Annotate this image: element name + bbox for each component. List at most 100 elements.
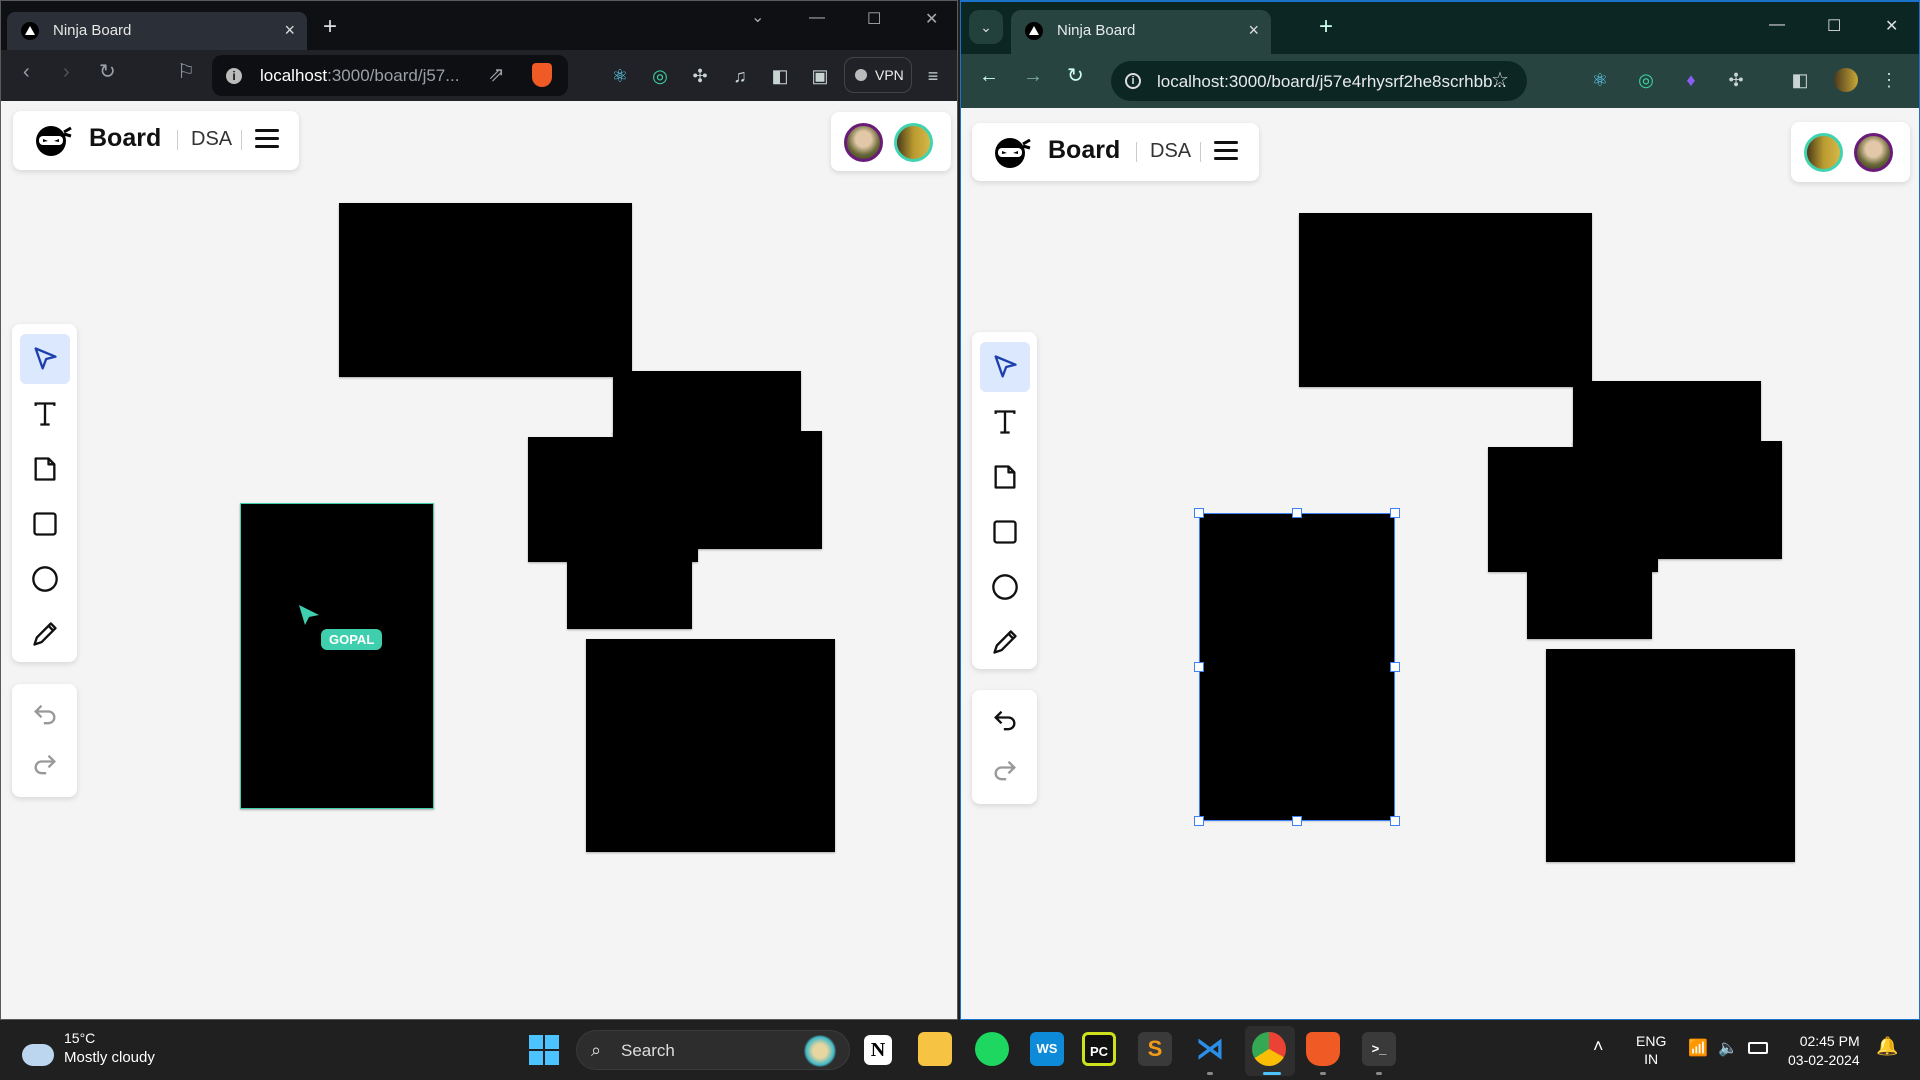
- hamburger-menu-icon[interactable]: [1214, 141, 1238, 161]
- rectangle-tool-button[interactable]: [20, 499, 70, 549]
- new-tab-button[interactable]: +: [323, 15, 337, 39]
- rectangle-shape[interactable]: [586, 639, 835, 852]
- wallet-icon[interactable]: ▣: [808, 64, 832, 88]
- show-hidden-icons-chevron[interactable]: ˄: [1593, 1036, 1604, 1057]
- board-canvas[interactable]: GOPAL Board DSA: [1, 101, 957, 1019]
- back-icon[interactable]: ‹: [23, 62, 30, 82]
- board-name[interactable]: DSA: [191, 128, 232, 151]
- close-window-button[interactable]: ✕: [1885, 16, 1898, 36]
- sticky-note-tool-button[interactable]: [20, 444, 70, 494]
- sidebar-icon[interactable]: ◧: [768, 64, 792, 88]
- side-panel-icon[interactable]: ◧: [1788, 68, 1812, 92]
- maximize-button[interactable]: ☐: [867, 9, 881, 29]
- vpn-button[interactable]: VPN: [844, 57, 912, 93]
- selected-rectangle-shape[interactable]: [1200, 514, 1394, 820]
- pycharm-app-icon[interactable]: PC: [1082, 1032, 1116, 1066]
- resize-handle-se[interactable]: [1390, 816, 1400, 826]
- resize-handle-nw[interactable]: [1194, 508, 1204, 518]
- ellipse-tool-button[interactable]: [20, 554, 70, 604]
- resize-handle-ne[interactable]: [1390, 508, 1400, 518]
- user-avatar[interactable]: [894, 123, 933, 162]
- spotify-app-icon[interactable]: [975, 1032, 1009, 1066]
- reload-icon[interactable]: ↻: [1067, 66, 1084, 86]
- menu-icon[interactable]: ≡: [921, 64, 945, 88]
- site-info-icon[interactable]: i: [1125, 73, 1141, 89]
- selected-rectangle-shape[interactable]: [240, 503, 434, 809]
- rectangle-shape[interactable]: [567, 521, 692, 629]
- music-icon[interactable]: ♫: [728, 64, 752, 88]
- reload-icon[interactable]: ↻: [99, 62, 116, 82]
- brave-shields-icon[interactable]: [532, 63, 552, 87]
- pencil-tool-button[interactable]: [980, 617, 1030, 667]
- extensions-icon[interactable]: ✣: [1724, 68, 1748, 92]
- volume-icon[interactable]: 🔈: [1718, 1038, 1738, 1058]
- notion-app-icon[interactable]: N: [864, 1035, 892, 1065]
- minimize-button[interactable]: —: [1769, 16, 1785, 34]
- notifications-bell-icon[interactable]: 🔔: [1876, 1036, 1898, 1057]
- chrome-app-icon[interactable]: [1252, 1032, 1286, 1066]
- vscode-app-icon[interactable]: ⋊: [1193, 1032, 1227, 1066]
- board-name[interactable]: DSA: [1150, 140, 1191, 163]
- select-tool-button[interactable]: [20, 334, 70, 384]
- bookmark-star-icon[interactable]: ☆: [1491, 70, 1509, 90]
- redo-button[interactable]: [20, 740, 70, 790]
- tab-list-chevron-icon[interactable]: ⌄: [751, 7, 764, 27]
- extension-target-icon[interactable]: ◎: [1634, 68, 1658, 92]
- rectangle-shape[interactable]: [1299, 213, 1592, 387]
- clock[interactable]: 02:45 PM 03-02-2024: [1788, 1032, 1860, 1070]
- react-devtools-icon[interactable]: ⚛: [1588, 68, 1612, 92]
- board-canvas[interactable]: Board DSA: [961, 108, 1919, 1019]
- tab-close-button[interactable]: ×: [284, 20, 295, 41]
- user-avatar[interactable]: [1854, 133, 1893, 172]
- wifi-icon[interactable]: 📶: [1688, 1038, 1708, 1058]
- tab-search-button[interactable]: ⌄: [969, 10, 1003, 44]
- share-icon[interactable]: ⇗: [488, 65, 505, 85]
- more-menu-icon[interactable]: ⋮: [1877, 68, 1901, 92]
- app-title[interactable]: Board: [1048, 136, 1120, 165]
- profile-avatar[interactable]: [1834, 68, 1858, 92]
- forward-icon[interactable]: →: [1023, 66, 1043, 86]
- resize-handle-n[interactable]: [1292, 508, 1302, 518]
- app-title[interactable]: Board: [89, 124, 161, 153]
- undo-button[interactable]: [20, 690, 70, 740]
- extension-target-icon[interactable]: ◎: [648, 64, 672, 88]
- resize-handle-e[interactable]: [1390, 662, 1400, 672]
- close-window-button[interactable]: ✕: [925, 9, 938, 29]
- language-indicator[interactable]: ENG IN: [1636, 1032, 1666, 1068]
- maximize-button[interactable]: ☐: [1827, 16, 1841, 36]
- extensions-icon[interactable]: ✣: [688, 64, 712, 88]
- resize-handle-w[interactable]: [1194, 662, 1204, 672]
- user-avatar[interactable]: [1804, 133, 1843, 172]
- terminal-app-icon[interactable]: >_: [1362, 1032, 1396, 1066]
- select-tool-button[interactable]: [980, 342, 1030, 392]
- extension-flame-icon[interactable]: ♦: [1679, 68, 1703, 92]
- address-bar[interactable]: i localhost:3000/board/j57e4rhysrf2he8sc…: [1111, 61, 1527, 101]
- file-explorer-app-icon[interactable]: [918, 1032, 952, 1066]
- site-info-icon[interactable]: i: [226, 68, 242, 84]
- redo-button[interactable]: [980, 746, 1030, 796]
- text-tool-button[interactable]: [980, 397, 1030, 447]
- tab-ninja-board[interactable]: Ninja Board ×: [1011, 10, 1271, 54]
- rectangle-shape[interactable]: [1527, 531, 1652, 639]
- text-tool-button[interactable]: [20, 389, 70, 439]
- undo-button[interactable]: [980, 696, 1030, 746]
- windows-start-icon[interactable]: [529, 1035, 559, 1065]
- new-tab-button[interactable]: +: [1319, 15, 1333, 39]
- rectangle-shape[interactable]: [1546, 649, 1795, 862]
- taskbar-search[interactable]: ⌕ Search: [576, 1030, 850, 1070]
- sticky-note-tool-button[interactable]: [980, 452, 1030, 502]
- forward-icon[interactable]: ›: [63, 62, 70, 82]
- pencil-tool-button[interactable]: [20, 609, 70, 659]
- brave-app-icon[interactable]: [1306, 1032, 1340, 1066]
- rectangle-tool-button[interactable]: [980, 507, 1030, 557]
- resize-handle-sw[interactable]: [1194, 816, 1204, 826]
- bookmark-icon[interactable]: ⚐: [177, 62, 195, 82]
- tab-ninja-board[interactable]: Ninja Board ×: [7, 12, 307, 50]
- user-avatar[interactable]: [844, 123, 883, 162]
- ellipse-tool-button[interactable]: [980, 562, 1030, 612]
- resize-handle-s[interactable]: [1292, 816, 1302, 826]
- tab-close-button[interactable]: ×: [1248, 20, 1259, 41]
- back-icon[interactable]: ←: [979, 66, 999, 86]
- address-bar[interactable]: i localhost:3000/board/j57... ⇗: [212, 55, 568, 96]
- rectangle-shape[interactable]: [339, 203, 632, 377]
